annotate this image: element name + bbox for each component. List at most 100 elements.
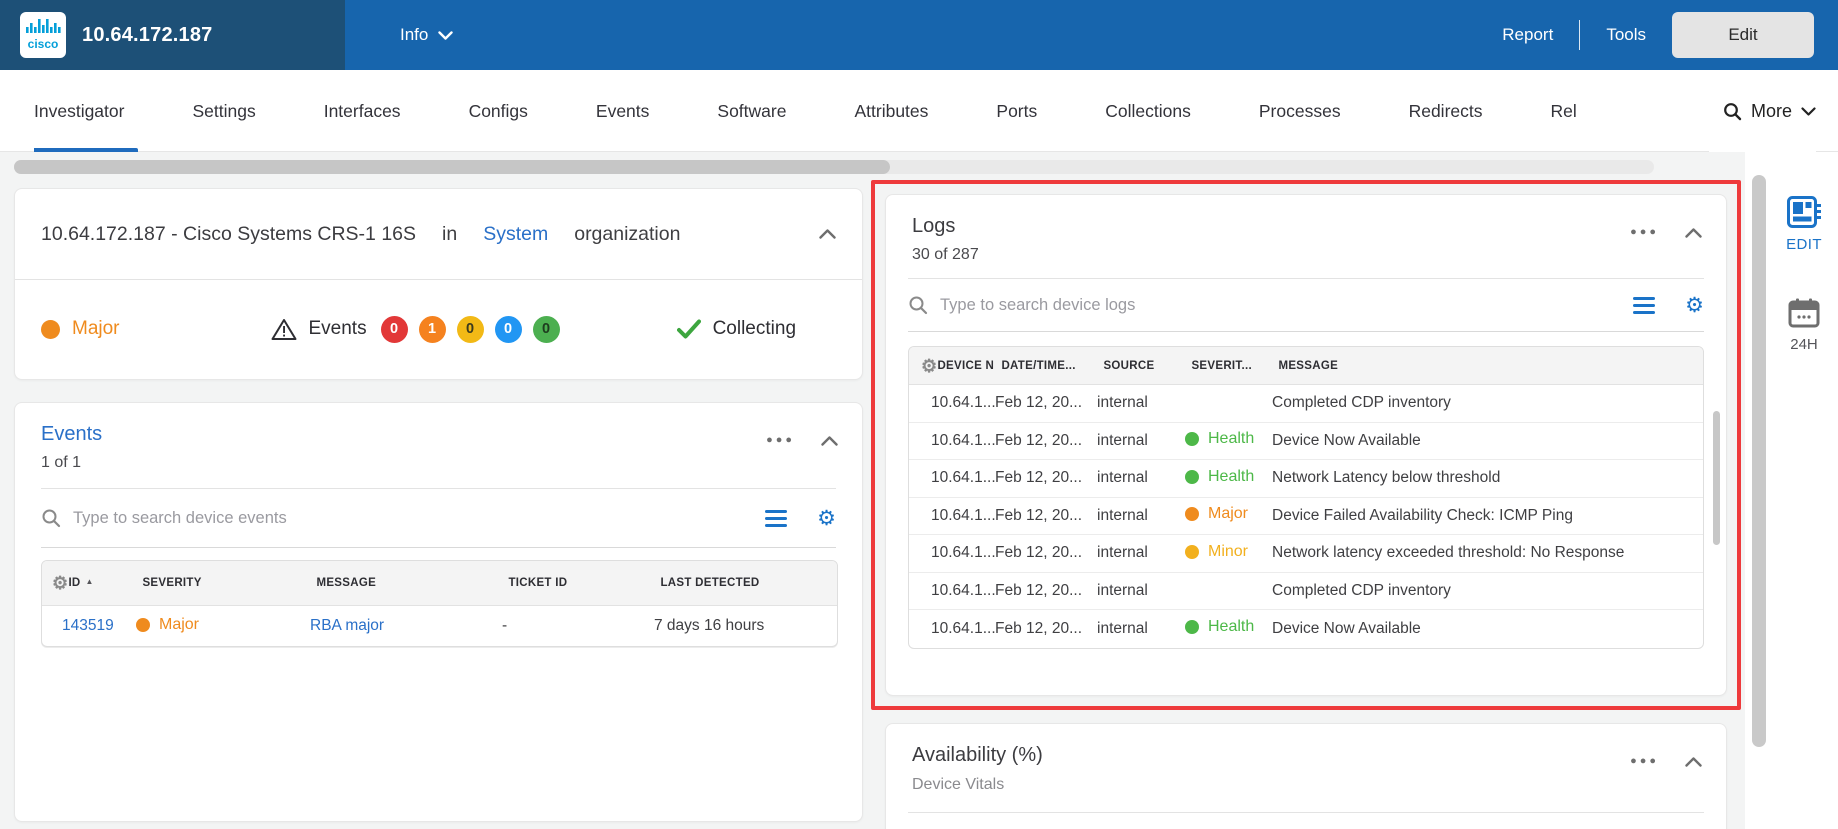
column-header-message[interactable]: MESSAGE: [1278, 360, 1703, 372]
column-settings-gear-icon[interactable]: ⚙︎: [52, 574, 68, 592]
minor-count-badge[interactable]: 0: [456, 315, 484, 343]
dashboard-edit-icon: [1787, 196, 1821, 228]
log-message: Network latency exceeded threshold: No R…: [1272, 544, 1625, 562]
log-source: internal: [1097, 506, 1148, 524]
events-search-input[interactable]: [73, 508, 754, 528]
device-summary-card: 10.64.172.187 - Cisco Systems CRS-1 16S …: [14, 188, 863, 380]
column-settings-gear-icon[interactable]: ⚙︎: [921, 357, 937, 375]
tab-events[interactable]: Events: [596, 70, 650, 152]
info-count-badge[interactable]: 0: [494, 315, 522, 343]
report-button[interactable]: Report: [1502, 25, 1553, 45]
tabs-horizontal-scrollbar[interactable]: [14, 160, 1654, 174]
event-ticket-id: -: [502, 617, 508, 634]
collecting-status-label: Collecting: [712, 318, 797, 339]
logs-table-row[interactable]: 10.64.1... Feb 12, 20... internal Health…: [909, 423, 1703, 460]
calendar-icon: [1788, 298, 1820, 328]
events-card-title[interactable]: Events: [41, 423, 836, 446]
logs-table-row[interactable]: 10.64.1... Feb 12, 20... internal Comple…: [909, 573, 1703, 610]
column-header-datetime[interactable]: DATE/TIME...: [1001, 360, 1103, 372]
tabs-horizontal-scrollbar-thumb[interactable]: [14, 160, 890, 174]
sidebar-time-range-button[interactable]: 24H: [1772, 298, 1836, 353]
log-message: Device Failed Availability Check: ICMP P…: [1272, 506, 1573, 524]
tab-redirects[interactable]: Redirects: [1409, 70, 1483, 152]
log-source: internal: [1097, 619, 1148, 637]
severity-dot-icon: [1185, 507, 1199, 522]
collapse-chevron-icon[interactable]: [821, 435, 838, 446]
sidebar-edit-dashboard-button[interactable]: EDIT: [1772, 196, 1836, 253]
filter-list-icon[interactable]: [765, 509, 788, 527]
more-tabs-button[interactable]: More: [1708, 70, 1816, 152]
log-device: 10.64.1...: [931, 469, 995, 487]
severity-badge: Health: [1185, 618, 1254, 636]
log-device: 10.64.1...: [931, 544, 995, 562]
tab-attributes[interactable]: Attributes: [854, 70, 928, 152]
column-header-id[interactable]: ID ▲: [68, 577, 142, 589]
tools-button[interactable]: Tools: [1606, 25, 1646, 45]
tab-configs[interactable]: Configs: [469, 70, 528, 152]
logs-table-row[interactable]: 10.64.1... Feb 12, 20... internal Major …: [909, 498, 1703, 535]
column-header-severity[interactable]: SEVERIT...: [1191, 360, 1278, 372]
column-header-device-name[interactable]: DEVICE N: [937, 360, 1001, 372]
severity-dot-icon: [136, 617, 150, 632]
device-status-row: Major Events 0 1 0 0 0 Collecting: [15, 280, 862, 378]
filter-list-icon[interactable]: [1633, 296, 1656, 314]
severity-badge: Major: [1185, 505, 1248, 523]
chevron-down-icon: [1801, 106, 1816, 116]
ok-count-badge[interactable]: 0: [532, 315, 560, 343]
settings-gear-icon[interactable]: ⚙︎: [817, 508, 836, 529]
ellipsis-menu-icon[interactable]: ●●●: [1630, 756, 1659, 767]
ellipsis-menu-icon[interactable]: ●●●: [1630, 227, 1659, 238]
device-ip-title: 10.64.172.187: [82, 23, 213, 46]
logs-table-scrollbar-thumb[interactable]: [1713, 411, 1720, 545]
tab-investigator[interactable]: Investigator: [34, 70, 140, 152]
log-source: internal: [1097, 394, 1148, 412]
collapse-chevron-icon[interactable]: [1685, 756, 1702, 767]
logs-table-row[interactable]: 10.64.1... Feb 12, 20... internal Comple…: [909, 385, 1703, 423]
logs-table-row[interactable]: 10.64.1... Feb 12, 20... internal Health…: [909, 610, 1703, 648]
page-vertical-scrollbar-thumb[interactable]: [1752, 175, 1766, 747]
tab-software[interactable]: Software: [717, 70, 786, 152]
tab-interfaces[interactable]: Interfaces: [324, 70, 401, 152]
more-label: More: [1750, 100, 1792, 121]
severity-badge: Health: [1185, 430, 1254, 448]
severity-dot-icon: [41, 319, 60, 339]
events-status-label: Events: [308, 318, 367, 339]
column-header-message[interactable]: MESSAGE: [316, 577, 508, 589]
alert-badges: 0 1 0 0 0: [380, 315, 560, 343]
collapse-chevron-icon[interactable]: [1685, 227, 1702, 238]
group-link[interactable]: System: [483, 223, 548, 246]
column-header-ticket-id[interactable]: TICKET ID: [508, 577, 660, 589]
device-summary-title: 10.64.172.187 - Cisco Systems CRS-1 16S: [41, 222, 417, 245]
edit-button[interactable]: Edit: [1672, 12, 1814, 58]
warning-triangle-icon: [271, 318, 297, 341]
tab-processes[interactable]: Processes: [1259, 70, 1341, 152]
events-table-row[interactable]: 143519 Major RBA major - 7 days 16 hours: [42, 606, 837, 646]
tab-relationships[interactable]: Rel: [1551, 70, 1577, 152]
critical-count-badge[interactable]: 0: [380, 315, 408, 343]
collapse-chevron-icon[interactable]: [819, 229, 836, 239]
event-last-detected: 7 days 16 hours: [654, 617, 765, 634]
event-message-link[interactable]: RBA major: [310, 617, 502, 635]
tab-ports[interactable]: Ports: [996, 70, 1037, 152]
divider: [41, 547, 836, 548]
log-device: 10.64.1...: [931, 581, 995, 599]
logs-table-row[interactable]: 10.64.1... Feb 12, 20... internal Minor …: [909, 535, 1703, 573]
ellipsis-menu-icon[interactable]: ●●●: [766, 435, 795, 446]
severity-dot-icon: [1185, 432, 1199, 447]
column-header-severity[interactable]: SEVERITY: [142, 577, 316, 589]
tab-settings[interactable]: Settings: [192, 70, 255, 152]
in-label: in: [442, 222, 458, 245]
major-count-badge[interactable]: 1: [418, 315, 446, 343]
logs-table-row[interactable]: 10.64.1... Feb 12, 20... internal Health…: [909, 460, 1703, 498]
sort-asc-icon: ▲: [85, 577, 94, 586]
info-dropdown[interactable]: Info: [400, 0, 454, 70]
tab-collections[interactable]: Collections: [1105, 70, 1191, 152]
settings-gear-icon[interactable]: ⚙︎: [1685, 295, 1704, 316]
logs-search-input[interactable]: [940, 295, 1622, 315]
event-id-link[interactable]: 143519: [62, 617, 136, 635]
info-dropdown-label: Info: [400, 25, 429, 44]
logs-count: 30 of 287: [912, 246, 979, 263]
log-datetime: Feb 12, 20...: [995, 544, 1083, 562]
column-header-source[interactable]: SOURCE: [1103, 360, 1191, 372]
column-header-last-detected[interactable]: LAST DETECTED: [660, 577, 837, 589]
